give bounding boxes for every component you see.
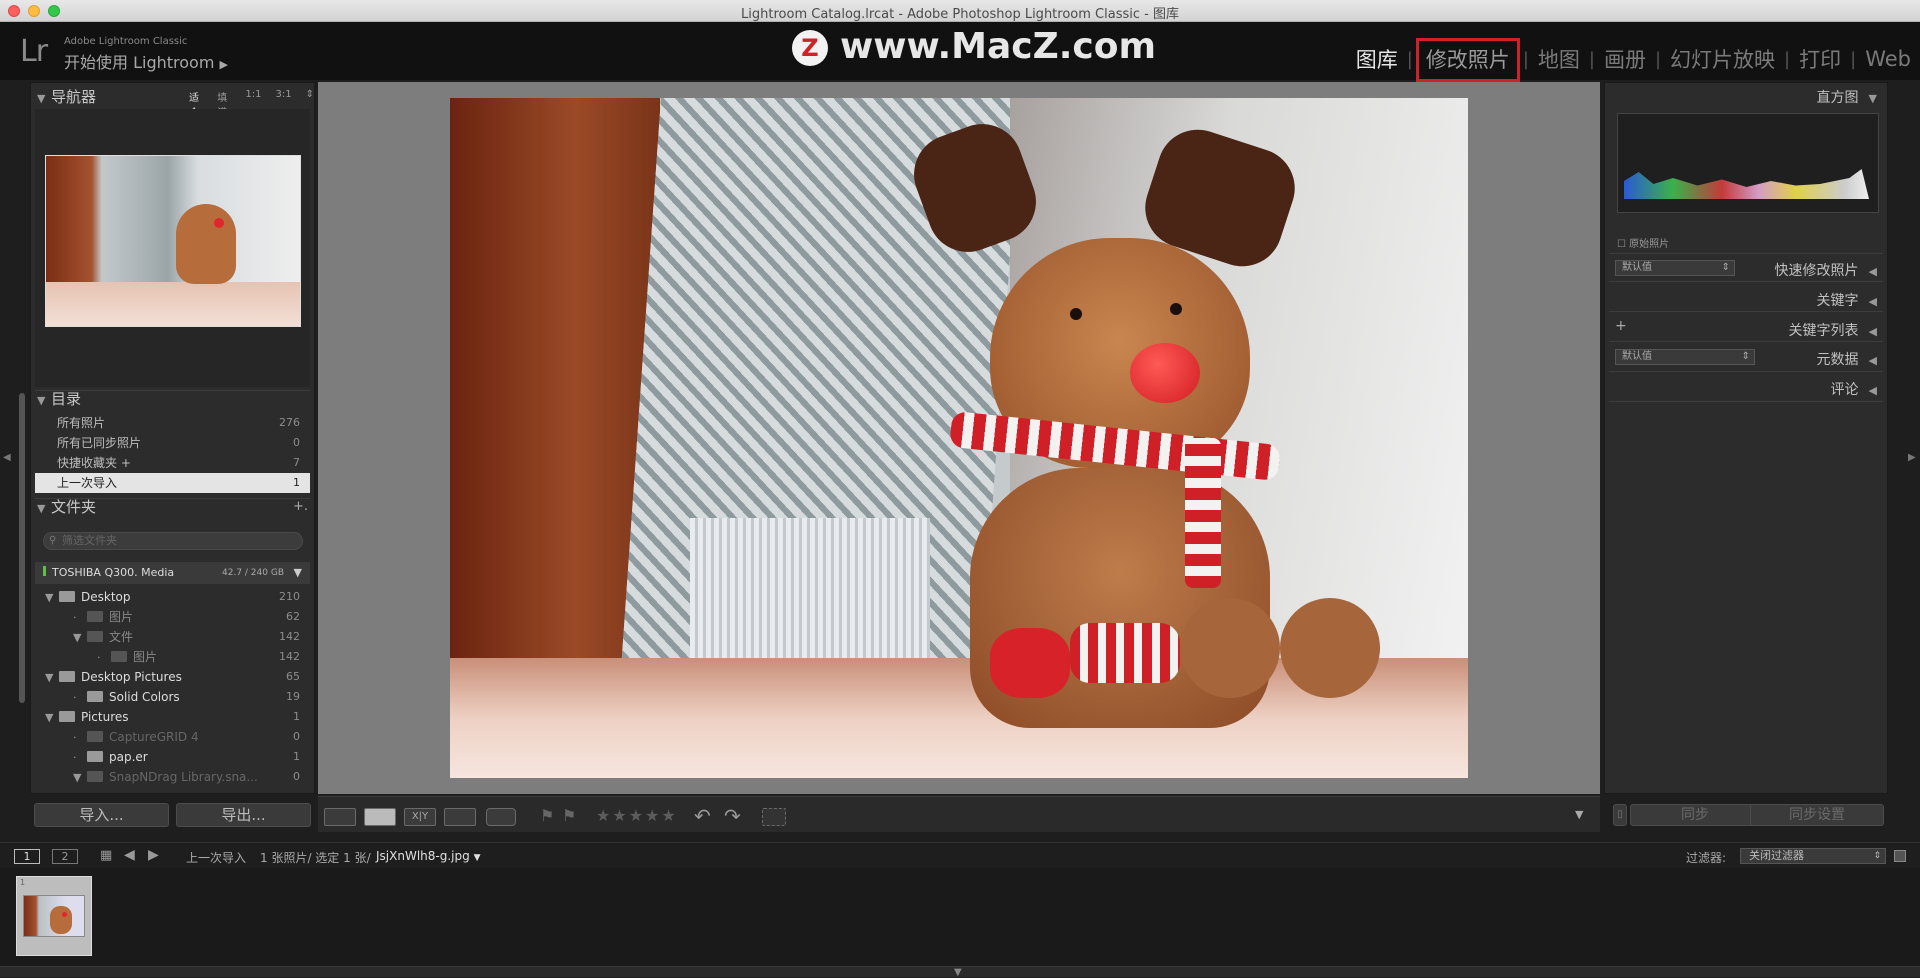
watermark-logo: Z bbox=[792, 30, 828, 66]
left-panel-scrollbar[interactable] bbox=[19, 393, 25, 703]
secondary-window-button[interactable]: 2 bbox=[52, 849, 78, 864]
right-panel-toggle-icon[interactable]: ▶ bbox=[1908, 452, 1916, 463]
watermark-text: www.MacZ.com bbox=[840, 26, 1156, 67]
folder-capturegrid[interactable]: · CaptureGRID 40 bbox=[35, 727, 310, 747]
back-arrow-icon[interactable]: ◀ bbox=[124, 847, 135, 863]
collapse-triangle-icon: ▼ bbox=[37, 92, 46, 105]
forward-arrow-icon[interactable]: ▶ bbox=[148, 847, 159, 863]
bottom-edge: ▼ bbox=[0, 966, 1920, 978]
folder-desktop[interactable]: ▼ Desktop 210 bbox=[35, 587, 310, 607]
left-panel: ▼导航器 适合 填满 1:1 3:1 ⇕ ▼目录 所有照片276 所有已同步照片… bbox=[19, 82, 315, 794]
filter-select[interactable]: 关闭过滤器 ⇕ bbox=[1740, 848, 1886, 864]
navigator-thumbnail[interactable] bbox=[45, 155, 301, 327]
export-button[interactable]: 导出... bbox=[176, 803, 311, 827]
module-print[interactable]: 打印 bbox=[1790, 44, 1850, 74]
filter-lock-icon[interactable] bbox=[1894, 850, 1906, 862]
add-folder-button[interactable]: +. bbox=[293, 499, 308, 514]
window-title-bar: Lightroom Catalog.lrcat - Adobe Photosho… bbox=[0, 0, 1920, 22]
keywording-header[interactable]: 关键字 ◀ bbox=[1697, 290, 1877, 310]
filmstrip-thumbnail[interactable]: 1 bbox=[16, 876, 92, 956]
source-label[interactable]: 上一次导入 bbox=[186, 849, 246, 866]
selection-info: 1 张照片/ 选定 1 张/ bbox=[260, 851, 371, 865]
flag-reject-icon[interactable]: ⚑ bbox=[562, 806, 576, 825]
module-library[interactable]: 图库 bbox=[1347, 44, 1407, 74]
rotate-left-icon[interactable]: ↶ bbox=[694, 804, 711, 828]
rotate-right-icon[interactable]: ↷ bbox=[724, 804, 741, 828]
catalog-item-quick-collection[interactable]: 快捷收藏夹 +7 bbox=[35, 453, 310, 473]
grid-view-icon[interactable] bbox=[324, 808, 356, 826]
module-slideshow[interactable]: 幻灯片放映 bbox=[1661, 44, 1784, 74]
folders-header[interactable]: ▼ 文件夹 bbox=[37, 495, 307, 519]
folder-documents[interactable]: ▼ 文件 142 bbox=[35, 627, 310, 647]
folder-paper[interactable]: · pap.er 1 bbox=[35, 747, 310, 767]
original-photo-checkbox[interactable]: ☐ 原始照片 bbox=[1617, 235, 1669, 250]
catalog-item-all-synced[interactable]: 所有已同步照片 0 bbox=[35, 433, 310, 453]
filmstrip-toggle-icon[interactable]: ▼ bbox=[954, 967, 962, 978]
folder-search-input[interactable]: ⚲ 筛选文件夹 bbox=[43, 532, 303, 550]
keyword-list-header[interactable]: 关键字列表 ◀ bbox=[1697, 320, 1877, 340]
collapse-triangle-icon: ▼ bbox=[37, 502, 46, 515]
add-keyword-button[interactable]: + bbox=[1615, 318, 1627, 334]
people-view-icon[interactable] bbox=[486, 808, 516, 826]
left-panel-toggle-icon[interactable]: ◀ bbox=[3, 452, 11, 463]
module-web[interactable]: Web bbox=[1856, 47, 1920, 71]
sync-switch-button[interactable]: ▯ bbox=[1613, 804, 1627, 826]
folder-snapndrag[interactable]: ▼ SnapNDrag Library.sna... 0 bbox=[35, 767, 310, 787]
metadata-header[interactable]: 元数据 ◀ bbox=[1757, 349, 1877, 369]
loupe-view-icon[interactable] bbox=[364, 808, 396, 826]
folder-desktop-pictures[interactable]: ▼ Desktop Pictures 65 bbox=[35, 667, 310, 687]
module-book[interactable]: 画册 bbox=[1595, 44, 1655, 74]
comments-header[interactable]: 评论 ◀ bbox=[1757, 379, 1877, 399]
volume-menu-icon[interactable]: ▼ bbox=[294, 562, 302, 584]
volume-status-icon bbox=[43, 566, 46, 576]
getting-started-link[interactable]: 开始使用 Lightroom ▶ bbox=[64, 49, 228, 73]
sync-settings-button[interactable]: 同步设置 bbox=[1750, 804, 1884, 826]
module-map[interactable]: 地图 bbox=[1529, 44, 1589, 74]
crop-overlay-icon[interactable] bbox=[762, 808, 786, 826]
grid-icon[interactable]: ▦ bbox=[100, 848, 112, 863]
toolbar-menu-icon[interactable]: ▼ bbox=[1575, 808, 1583, 821]
folder-tree: ▼ Desktop 210 · 图片 62 ▼ 文件 142 · 图片 142 ▼ Desktop… bbox=[35, 587, 310, 787]
volume-row[interactable]: TOSHIBA Q300. Media 42.7 / 240 GB ▼ bbox=[35, 562, 310, 584]
catalog-item-all-photographs[interactable]: 所有照片 276 bbox=[35, 413, 310, 433]
module-picker: 图库 | 修改照片 | 地图 | 画册 | 幻灯片放映 | 打印 | Web bbox=[1347, 38, 1920, 82]
filmstrip-bar: 1 2 ▦ ◀ ▶ 上一次导入 1 张照片/ 选定 1 张/ JsjXnWlh8… bbox=[0, 842, 1920, 868]
filmstrip: 1 bbox=[0, 868, 1920, 968]
module-develop[interactable]: 修改照片 bbox=[1415, 38, 1520, 82]
navigator-title: 导航器 bbox=[51, 88, 97, 106]
survey-view-icon[interactable] bbox=[444, 808, 476, 826]
filename-menu[interactable]: JsjXnWlh8-g.jpg ▼ bbox=[376, 849, 480, 863]
catalog-list: 所有照片 276 所有已同步照片 0 快捷收藏夹 +7 上一次导入 1 bbox=[35, 413, 310, 493]
right-panel: 直方图 ▼ ☐ 原始照片 默认值 ⇕ 快速修改照片 ◀ 关键字 ◀ + 关键字列表… bbox=[1604, 82, 1888, 794]
catalog-header[interactable]: ▼ 目录 bbox=[37, 387, 307, 411]
folder-pictures-sub[interactable]: · 图片 62 bbox=[35, 607, 310, 627]
primary-window-button[interactable]: 1 bbox=[14, 849, 40, 864]
quick-develop-header[interactable]: 快速修改照片 ◀ bbox=[1697, 260, 1877, 280]
main-photo[interactable] bbox=[450, 98, 1468, 778]
loupe-view bbox=[318, 82, 1600, 794]
filter-label: 过滤器: bbox=[1686, 851, 1727, 865]
window-title: Lightroom Catalog.lrcat - Adobe Photosho… bbox=[741, 7, 1179, 22]
folder-solid-colors[interactable]: · Solid Colors 19 bbox=[35, 687, 310, 707]
import-button[interactable]: 导入... bbox=[34, 803, 169, 827]
folder-documents-pictures[interactable]: · 图片 142 bbox=[35, 647, 310, 667]
histogram-chart bbox=[1617, 113, 1879, 213]
flag-pick-icon[interactable]: ⚑ bbox=[540, 806, 554, 825]
metadata-preset-select[interactable]: 默认值 ⇕ bbox=[1615, 349, 1755, 365]
search-icon: ⚲ bbox=[49, 535, 57, 546]
catalog-title: 目录 bbox=[51, 390, 82, 408]
compare-view-icon[interactable]: X|Y bbox=[404, 808, 436, 826]
app-name-small: Adobe Lightroom Classic bbox=[64, 36, 188, 47]
collapse-triangle-icon: ▼ bbox=[37, 394, 46, 407]
histogram-header[interactable]: 直方图 ▼ bbox=[1617, 87, 1877, 107]
catalog-item-previous-import[interactable]: 上一次导入 1 bbox=[35, 473, 310, 493]
folder-pictures[interactable]: ▼ Pictures 1 bbox=[35, 707, 310, 727]
star-rating[interactable]: ★★★★★ bbox=[596, 806, 678, 825]
sync-button[interactable]: 同步 bbox=[1630, 804, 1760, 826]
lightroom-logo: Lr bbox=[20, 34, 48, 69]
navigator-preview-area bbox=[35, 109, 310, 387]
folders-title: 文件夹 bbox=[51, 498, 97, 516]
